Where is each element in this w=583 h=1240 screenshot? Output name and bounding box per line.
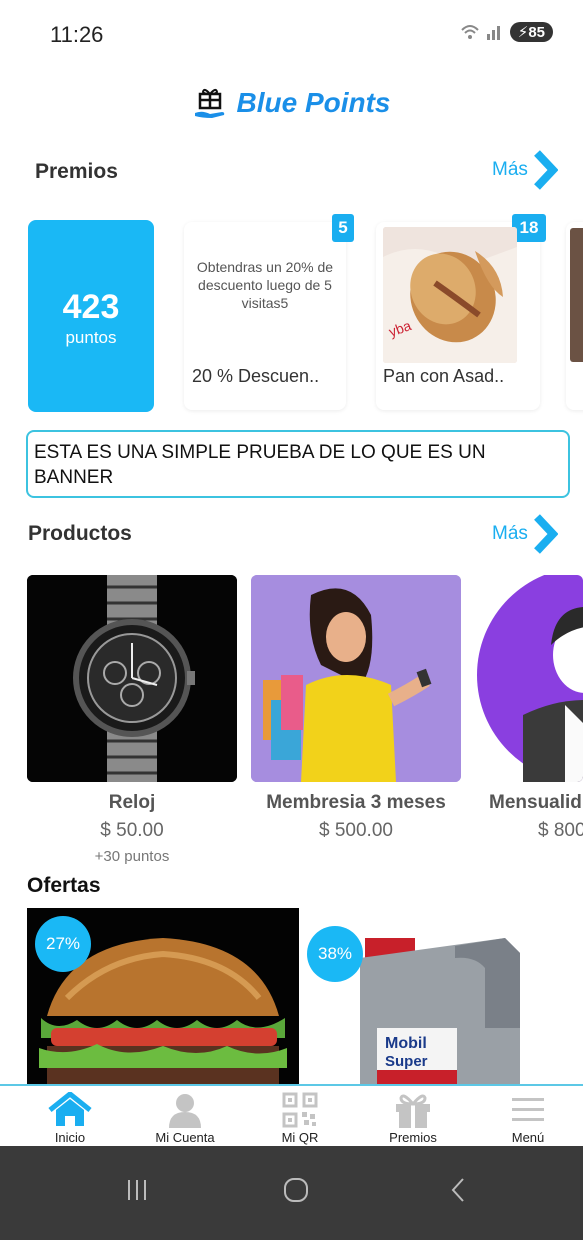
promo-banner[interactable]: ESTA ES UNA SIMPLE PRUEBA DE LO QUE ES U… xyxy=(26,430,570,498)
offer-image-oil[interactable]: Mobil Super 38% xyxy=(305,908,577,1086)
product-name: Membresia 3 meses xyxy=(266,792,446,813)
chevron-right-icon xyxy=(533,150,558,190)
prize-image: yba xyxy=(383,227,517,363)
prizes-section-title: Premios xyxy=(35,160,118,183)
prize-points-badge: 5 xyxy=(332,214,354,242)
menu-icon xyxy=(512,1098,544,1121)
nav-item-qr[interactable]: Mi QR xyxy=(242,1086,358,1148)
status-bar: 11:26 ⚡85 xyxy=(0,0,583,70)
prize-image xyxy=(570,228,583,362)
product-name: Reloj xyxy=(108,792,156,813)
products-more-label: Más xyxy=(492,523,528,544)
bottom-navigation: Inicio Mi Cuenta Mi QR Premios Menú xyxy=(0,1084,583,1146)
app-header: Blue Points xyxy=(0,78,583,128)
signal-icon xyxy=(486,26,500,40)
product-image-monthly[interactable] xyxy=(475,575,583,782)
product-price: $ 800 xyxy=(538,820,583,841)
offers-section-title: Ofertas xyxy=(27,874,101,897)
home-system-icon[interactable] xyxy=(282,1176,310,1204)
points-label: puntos xyxy=(65,328,117,347)
prize-card[interactable]: 18 yba Pan con Asad.. xyxy=(376,214,546,410)
system-navigation-bar xyxy=(0,1146,583,1240)
svg-text:Mobil: Mobil xyxy=(385,1035,427,1052)
avatar-image xyxy=(477,575,583,782)
offer-discount-badge: 38% xyxy=(307,926,363,982)
gift-hand-logo-icon xyxy=(195,88,225,118)
prize-name: Pan con Asad.. xyxy=(383,366,505,386)
user-icon xyxy=(169,1094,201,1128)
app-title: Blue Points xyxy=(236,87,391,118)
nav-label-menu: Menú xyxy=(511,1130,545,1145)
products-section-title: Productos xyxy=(28,522,132,545)
status-icons: ⚡85 xyxy=(460,22,553,42)
product-points: +30 puntos xyxy=(94,848,170,865)
nav-item-home[interactable]: Inicio xyxy=(12,1086,128,1148)
qr-icon xyxy=(282,1092,318,1128)
prizes-more-link[interactable]: Más xyxy=(492,150,558,190)
points-value: 423 xyxy=(62,288,120,326)
product-name: Mensualid xyxy=(489,792,582,813)
prize-card[interactable]: 5 Obtendras un 20% de descuento luego de… xyxy=(184,214,354,410)
battery-level: 85 xyxy=(528,24,545,41)
product-image-membership[interactable] xyxy=(251,575,461,782)
sandwich-image: yba xyxy=(383,227,517,363)
nav-item-menu[interactable]: Menú xyxy=(470,1086,583,1148)
woman-shopping-image xyxy=(251,575,461,782)
offer-discount-badge: 27% xyxy=(35,916,91,972)
offer-image-burger[interactable]: 27% xyxy=(27,908,299,1086)
prize-points-badge: 18 xyxy=(512,214,546,242)
svg-text:Super: Super xyxy=(385,1053,428,1070)
back-icon[interactable] xyxy=(448,1176,468,1204)
product-price: $ 500.00 xyxy=(319,820,393,841)
home-icon xyxy=(48,1092,92,1126)
prize-card[interactable] xyxy=(566,222,583,410)
chevron-right-icon xyxy=(533,514,558,554)
status-time: 11:26 xyxy=(50,22,104,47)
product-image-watch[interactable] xyxy=(27,575,237,782)
nav-label-home: Inicio xyxy=(54,1130,86,1145)
nav-item-account[interactable]: Mi Cuenta xyxy=(127,1086,243,1148)
prize-name: 20 % Descuen.. xyxy=(192,366,320,386)
recent-apps-icon[interactable] xyxy=(126,1176,148,1204)
product-price: $ 50.00 xyxy=(100,820,164,841)
gift-icon xyxy=(396,1094,430,1128)
watch-image xyxy=(27,575,237,782)
nav-label-account: Mi Cuenta xyxy=(155,1130,215,1145)
products-more-link[interactable]: Más xyxy=(492,514,558,554)
nav-label-qr: Mi QR xyxy=(281,1130,319,1145)
prize-description: Obtendras un 20% de descuento luego de 5… xyxy=(196,259,334,311)
wifi-icon xyxy=(461,25,479,39)
nav-item-prizes[interactable]: Premios xyxy=(355,1086,471,1148)
prizes-more-label: Más xyxy=(492,159,528,180)
points-card: 423 puntos xyxy=(28,220,154,412)
battery-indicator: ⚡85 xyxy=(509,22,553,42)
nav-label-prizes: Premios xyxy=(389,1130,437,1145)
